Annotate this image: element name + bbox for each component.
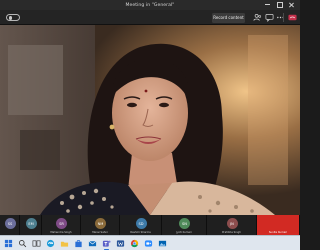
taskbar — [0, 235, 300, 250]
participant-tile[interactable]: SS — [0, 215, 20, 235]
avatar: SN — [179, 218, 190, 229]
meeting-toolbar: Record content — [0, 10, 300, 25]
participant-name: Pratibha Singh — [222, 230, 241, 234]
participant-name: Mahendra Singh — [50, 230, 72, 234]
participant-strip: SS EM SR Mahendra Singh NM Mansi Sahni S… — [0, 215, 300, 235]
participant-tile[interactable]: SR Mahendra Singh — [42, 215, 81, 235]
toolbar-separator — [283, 13, 284, 22]
participants-icon[interactable] — [253, 13, 262, 22]
avatar: SR — [56, 218, 67, 229]
maximize-icon[interactable] — [277, 2, 283, 8]
chat-icon[interactable] — [265, 13, 274, 22]
participant-name: Rashmi Sharma — [130, 230, 151, 234]
record-button[interactable]: Record content — [212, 12, 245, 23]
participant-tile[interactable]: SD Rashmi Sharma — [120, 215, 162, 235]
task-view-icon[interactable] — [32, 239, 41, 248]
participant-name: Mansi Sahni — [92, 230, 108, 234]
more-icon[interactable] — [276, 13, 285, 22]
zoom-icon[interactable] — [144, 239, 153, 248]
avatar: EM — [25, 218, 37, 229]
photos-icon[interactable] — [158, 239, 167, 248]
avatar: SS — [4, 218, 16, 229]
window-controls — [265, 2, 294, 8]
active-speaker-tile[interactable]: Sunita Kumari — [257, 215, 300, 235]
pin-toggle[interactable] — [6, 14, 20, 21]
explorer-icon[interactable] — [60, 239, 69, 248]
mail-icon[interactable] — [88, 239, 97, 248]
speaker-video-frame — [0, 25, 300, 215]
participant-tile[interactable]: EM — [20, 215, 42, 235]
chrome-icon[interactable] — [130, 239, 139, 248]
start-icon[interactable] — [4, 239, 13, 248]
edge-icon[interactable] — [46, 239, 55, 248]
participant-tile[interactable]: NM Mansi Sahni — [81, 215, 120, 235]
close-icon[interactable] — [289, 2, 294, 7]
store-icon[interactable] — [74, 239, 83, 248]
participant-name: Sunita Kumari — [268, 230, 288, 234]
avatar: JN — [226, 218, 238, 229]
teams-icon[interactable] — [102, 239, 111, 250]
participant-tile[interactable]: SN Jyoti Kumari — [162, 215, 207, 235]
toggle-knob — [8, 16, 12, 20]
participant-tile[interactable]: JN Pratibha Singh — [207, 215, 257, 235]
window-title-bar: Meeting in "General" — [0, 0, 300, 10]
search-icon[interactable] — [18, 239, 27, 248]
avatar: SD — [135, 218, 147, 229]
participant-name: Jyoti Kumari — [176, 230, 192, 234]
word-icon[interactable] — [116, 239, 125, 248]
window-title: Meeting in "General" — [125, 2, 175, 8]
speaker-video — [0, 25, 300, 215]
avatar: NM — [95, 218, 106, 229]
leave-call-icon[interactable] — [288, 13, 297, 22]
minimize-icon[interactable] — [265, 2, 270, 7]
